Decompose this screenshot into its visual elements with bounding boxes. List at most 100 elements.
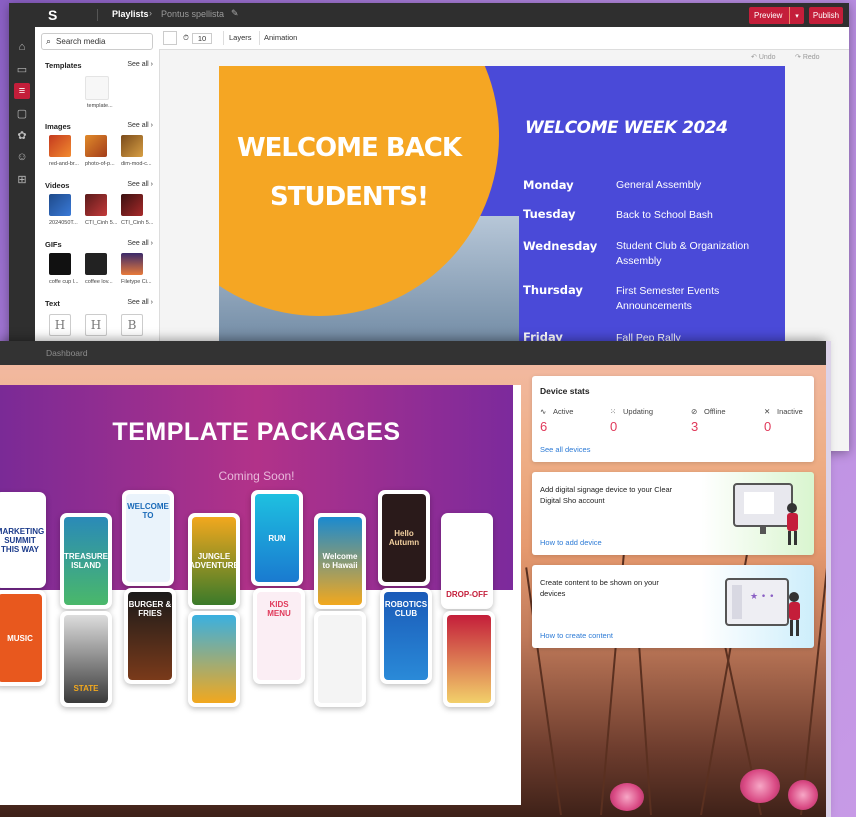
template-preview[interactable]: TREASURE ISLAND [60, 513, 112, 609]
template-preview[interactable] [443, 611, 495, 707]
gif-caption: coffee lov... [85, 279, 113, 285]
close-icon: ✕ [764, 407, 771, 416]
breadcrumb-current: Pontus spellista [161, 9, 225, 19]
gif-thumbnail[interactable] [49, 253, 71, 275]
app-logo-icon[interactable]: S [48, 7, 57, 23]
see-all-videos[interactable]: See all › [127, 181, 153, 188]
folder-icon[interactable]: ▭ [14, 61, 30, 77]
video-thumbnail[interactable] [49, 194, 71, 216]
template-preview[interactable]: WELCOME TO [122, 490, 174, 586]
schedule-day: Tuesday [523, 207, 576, 221]
text-heading-item[interactable]: H [85, 314, 107, 336]
text-body-item[interactable]: B [121, 314, 143, 336]
users-icon[interactable]: ☺ [14, 149, 30, 165]
template-thumbnail[interactable] [85, 76, 109, 100]
image-thumbnail[interactable] [49, 135, 71, 157]
undo-button[interactable]: ↶ Undo [751, 53, 776, 61]
template-screen: DROP-OFF [445, 517, 489, 605]
background-color-swatch[interactable] [163, 31, 177, 45]
flower [788, 780, 818, 810]
template-screen: MARKETING SUMMIT THIS WAY [0, 496, 44, 584]
gif-thumbnail[interactable] [121, 253, 143, 275]
add-device-card: Add digital signage device to your Clear… [532, 472, 814, 555]
playlist-icon[interactable]: ≡ [14, 83, 30, 99]
breadcrumb-playlists[interactable]: Playlists [112, 9, 149, 19]
template-caption: template... [87, 103, 113, 109]
how-to-create-content-link[interactable]: How to create content [540, 631, 613, 640]
stat-value-offline[interactable]: 3 [691, 419, 698, 434]
video-thumbnail[interactable] [121, 194, 143, 216]
publish-button[interactable]: Publish [809, 7, 843, 24]
see-all-text[interactable]: See all › [127, 299, 153, 306]
section-title-text: Text [45, 299, 60, 308]
scrollbar[interactable] [826, 341, 831, 817]
template-preview[interactable]: ROBOTICS CLUB [380, 588, 432, 684]
stat-value-inactive[interactable]: 0 [764, 419, 771, 434]
org-chart-icon[interactable]: ⊞ [14, 171, 30, 187]
search-icon: ⌕ [46, 36, 52, 46]
see-all-templates[interactable]: See all › [127, 61, 153, 68]
how-to-add-device-link[interactable]: How to add device [540, 538, 602, 547]
tab-layers[interactable]: Layers [229, 33, 252, 42]
gif-thumbnail[interactable] [85, 253, 107, 275]
stat-label-offline: Offline [704, 407, 726, 416]
see-all-gifs[interactable]: See all › [127, 240, 153, 247]
template-screen [318, 615, 362, 703]
image-thumbnail[interactable] [85, 135, 107, 157]
search-placeholder: Search media [56, 37, 106, 46]
add-device-text: Add digital signage device to your Clear… [540, 485, 673, 505]
image-thumbnail[interactable] [121, 135, 143, 157]
template-screen: JUNGLE ADVENTURE [189, 517, 239, 605]
divider [97, 9, 98, 21]
template-preview[interactable]: JUNGLE ADVENTURE [188, 513, 240, 609]
template-preview[interactable]: Hello Autumn [378, 490, 430, 586]
loading-icon: ⁙ [610, 407, 617, 416]
schedule-day: Monday [523, 178, 574, 192]
search-input[interactable]: ⌕ Search media [41, 33, 153, 50]
tab-animation[interactable]: Animation [264, 33, 297, 42]
preview-button[interactable]: Preview ▾ [749, 7, 804, 24]
section-title-videos: Videos [45, 181, 70, 190]
template-screen: BURGER & FRIES [128, 592, 172, 680]
schedule-event: Student Club & Organization Assembly [616, 240, 750, 267]
puzzle-icon[interactable]: ✿ [14, 127, 30, 143]
redo-button[interactable]: ↷ Redo [795, 53, 820, 61]
text-heading-item[interactable]: H [49, 314, 71, 336]
template-preview[interactable]: MUSIC [0, 590, 46, 686]
see-all-images[interactable]: See all › [127, 122, 153, 129]
video-caption: CTI_Cinh 5... [121, 220, 154, 226]
monitor-icon[interactable]: ▢ [14, 105, 30, 121]
template-screen: KIDS MENU [257, 592, 301, 680]
stat-label-active: Active [553, 407, 574, 416]
home-icon[interactable]: ⌂ [14, 39, 30, 55]
template-preview[interactable] [314, 611, 366, 707]
wifi-off-icon: ⊘ [691, 407, 698, 416]
template-preview[interactable]: DROP-OFF [441, 513, 493, 609]
slide-headline: WELCOME BACK STUDENTS! [236, 133, 462, 212]
image-caption: photo-of-p... [85, 161, 115, 167]
stat-value-updating[interactable]: 0 [610, 419, 617, 434]
duration-field[interactable]: ⏱ 10 [183, 31, 213, 45]
template-preview[interactable]: RUN [251, 490, 303, 586]
template-preview[interactable]: KIDS MENU [253, 588, 305, 684]
slide-week-title: WELCOME WEEK 2024 [525, 118, 728, 138]
template-preview[interactable]: STATE [60, 611, 112, 707]
chevron-down-icon[interactable]: ▾ [789, 7, 804, 24]
template-packages-title: TEMPLATE PACKAGES [112, 418, 401, 446]
see-all-devices-link[interactable]: See all devices [540, 445, 590, 454]
device-illustration [733, 483, 798, 545]
template-preview[interactable] [188, 611, 240, 707]
template-preview[interactable]: Welcome to Hawaii [314, 513, 366, 609]
duration-value[interactable]: 10 [191, 32, 213, 44]
section-title-templates: Templates [45, 61, 82, 70]
stat-value-active[interactable]: 6 [540, 419, 547, 434]
schedule-event: General Assembly [616, 179, 702, 191]
undo-label: Undo [758, 54, 776, 61]
template-screen: ROBOTICS CLUB [384, 592, 428, 680]
template-screen: TREASURE ISLAND [64, 517, 108, 605]
image-caption: dim-mod-c... [121, 161, 152, 167]
template-preview[interactable]: MARKETING SUMMIT THIS WAY [0, 492, 46, 588]
edit-pencil-icon[interactable]: ✎ [231, 8, 239, 19]
video-thumbnail[interactable] [85, 194, 107, 216]
template-preview[interactable]: BURGER & FRIES [124, 588, 176, 684]
